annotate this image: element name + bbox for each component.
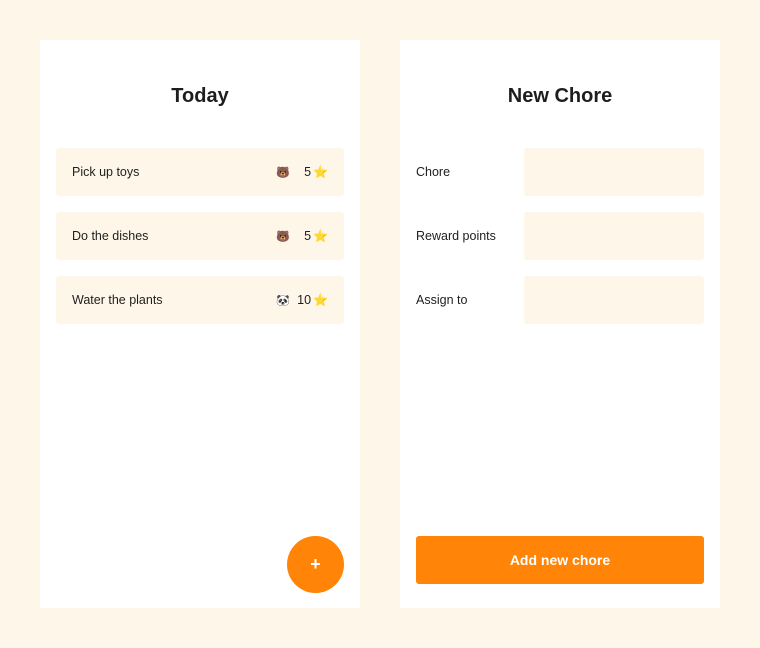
chore-name: Do the dishes bbox=[72, 229, 149, 243]
chore-name: Pick up toys bbox=[72, 165, 140, 179]
assign-to-input[interactable] bbox=[524, 276, 704, 324]
reward-points-field-row: Reward points bbox=[416, 212, 704, 260]
chore-field-row: Chore bbox=[416, 148, 704, 196]
reward-points-field-label: Reward points bbox=[416, 229, 496, 243]
points-value: 5 bbox=[304, 229, 312, 243]
panda-avatar-icon: 🐼 bbox=[276, 294, 290, 307]
today-panel: Today Pick up toys 🐻 5 ⭐ Do the dishes 🐻… bbox=[40, 40, 360, 608]
chore-name: Water the plants bbox=[72, 293, 163, 307]
add-new-chore-button[interactable]: Add new chore bbox=[416, 536, 704, 584]
chore-points: 10 ⭐ bbox=[297, 293, 328, 307]
bear-avatar-icon: 🐻 bbox=[276, 166, 290, 179]
bear-avatar-icon: 🐻 bbox=[276, 230, 290, 243]
star-icon: ⭐ bbox=[313, 229, 328, 243]
chore-item[interactable]: Pick up toys 🐻 5 ⭐ bbox=[56, 148, 344, 196]
reward-points-input[interactable] bbox=[524, 212, 704, 260]
new-chore-title: New Chore bbox=[507, 85, 613, 107]
assign-to-field-label: Assign to bbox=[416, 293, 468, 307]
star-icon: ⭐ bbox=[313, 293, 328, 307]
assign-to-field-row: Assign to bbox=[416, 276, 704, 324]
chore-item[interactable]: Do the dishes 🐻 5 ⭐ bbox=[56, 212, 344, 260]
add-chore-fab-button[interactable]: + bbox=[287, 536, 344, 593]
points-value: 5 bbox=[304, 165, 312, 179]
star-icon: ⭐ bbox=[313, 165, 328, 179]
new-chore-panel: New Chore Chore Reward points Assign to … bbox=[400, 40, 720, 608]
chore-input[interactable] bbox=[524, 148, 704, 196]
chore-points: 5 ⭐ bbox=[298, 229, 328, 243]
today-title: Today bbox=[171, 85, 229, 107]
points-value: 10 bbox=[297, 293, 312, 307]
chore-field-label: Chore bbox=[416, 165, 451, 179]
chore-item[interactable]: Water the plants 🐼 10 ⭐ bbox=[56, 276, 344, 324]
chore-points: 5 ⭐ bbox=[298, 165, 328, 179]
